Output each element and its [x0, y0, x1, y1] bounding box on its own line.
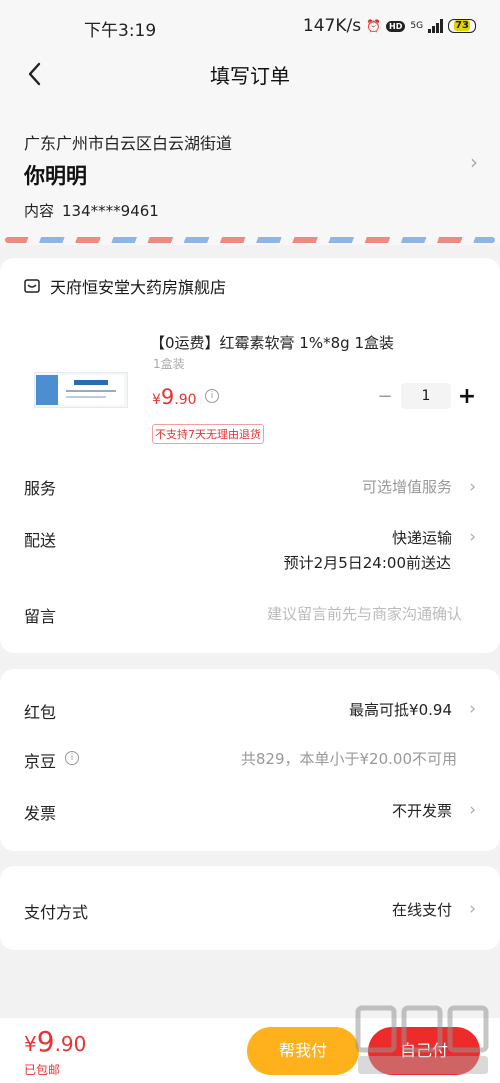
payment-label: 支付方式 — [24, 903, 89, 922]
chevron-right-icon: › — [469, 699, 476, 719]
info-icon[interactable]: i — [205, 389, 219, 403]
phone-number: 134****9461 — [62, 202, 159, 220]
battery-icon: 73 — [448, 19, 476, 33]
alarm-icon: ⏰ — [366, 19, 382, 33]
product-title[interactable]: 【0运费】红霉素软膏 1%*8g 1盒装 — [150, 332, 394, 353]
network-speed: 147K/s — [302, 16, 362, 36]
address-line: 广东广州市白云区白云湖街道 — [24, 134, 233, 153]
delivery-eta: 预计2月5日24:00前送达 — [283, 554, 451, 572]
shipping-note: 已包邮 — [24, 1063, 61, 1077]
delivery-label: 配送 — [24, 531, 57, 550]
address-card[interactable]: 广东广州市白云区白云湖街道 你明明 内容 134****9461 › — [0, 100, 500, 245]
shop-icon — [24, 279, 40, 293]
total-symbol: ¥ — [24, 1032, 37, 1056]
info-icon[interactable]: i — [65, 751, 79, 765]
price-dec: .90 — [174, 392, 197, 408]
network-type: 5G — [410, 21, 424, 31]
payment-value[interactable]: 在线支付 — [392, 899, 452, 920]
store-name: 天府恒安堂大药房旗舰店 — [50, 278, 227, 297]
status-right: 147K/s ⏰ HD 5G 73 — [303, 16, 476, 36]
service-label: 服务 — [24, 479, 57, 498]
chevron-right-icon: › — [469, 800, 476, 820]
watermark-logo — [355, 1005, 489, 1074]
delivery-value[interactable]: 快递运输 — [392, 527, 452, 548]
hd-icon: HD — [386, 20, 406, 32]
receiver-name: 你明明 — [24, 164, 87, 188]
battery-level: 73 — [454, 20, 470, 31]
product-image[interactable] — [34, 372, 128, 408]
jingdou-label: 京豆 — [24, 752, 57, 771]
quantity-input[interactable]: 1 — [401, 383, 451, 409]
note-label: 留言 — [24, 607, 57, 626]
plus-button[interactable]: + — [455, 384, 479, 409]
status-time: 下午3:19 — [84, 21, 157, 41]
chevron-right-icon: › — [469, 477, 476, 497]
invoice-value[interactable]: 不开发票 — [392, 800, 452, 821]
page-title: 填写订单 — [210, 64, 290, 88]
return-policy-tag: 不支持7天无理由退货 — [152, 424, 264, 444]
redpacket-value[interactable]: 最高可抵¥0.94 — [349, 699, 452, 720]
help-pay-button[interactable]: 帮我付 — [247, 1027, 359, 1075]
receiver-phone: 内容 134****9461 — [24, 200, 159, 221]
total-dec: .90 — [54, 1032, 87, 1056]
chevron-right-icon: › — [469, 527, 476, 547]
store-card: 天府恒安堂大药房旗舰店 — [0, 258, 500, 653]
total-int: 9 — [36, 1025, 55, 1058]
note-input[interactable]: 建议留言前先与商家沟通确认 — [267, 603, 462, 624]
minus-button[interactable]: − — [373, 386, 397, 407]
chevron-right-icon: › — [469, 899, 476, 919]
redpacket-label: 红包 — [24, 703, 57, 722]
signal-icon — [428, 19, 444, 33]
store-header[interactable]: 天府恒安堂大药房旗舰店 — [24, 274, 226, 298]
product-spec: 1盒装 — [153, 357, 185, 371]
jingdou-value: 共829，本单小于¥20.00不可用 — [240, 750, 457, 768]
product-price: ¥9.90 — [152, 385, 197, 409]
total-price: ¥9.90 — [24, 1025, 86, 1058]
envelope-stripe — [5, 237, 495, 243]
phone-label: 内容 — [24, 202, 55, 220]
service-value[interactable]: 可选增值服务 — [362, 476, 452, 497]
invoice-label: 发票 — [24, 804, 57, 823]
quantity-stepper: − 1 + — [373, 383, 479, 409]
price-symbol: ¥ — [152, 392, 161, 408]
status-bar: 下午3:19 147K/s ⏰ HD 5G 73 — [0, 0, 500, 50]
chevron-right-icon: › — [470, 150, 478, 174]
price-int: 9 — [160, 385, 175, 409]
